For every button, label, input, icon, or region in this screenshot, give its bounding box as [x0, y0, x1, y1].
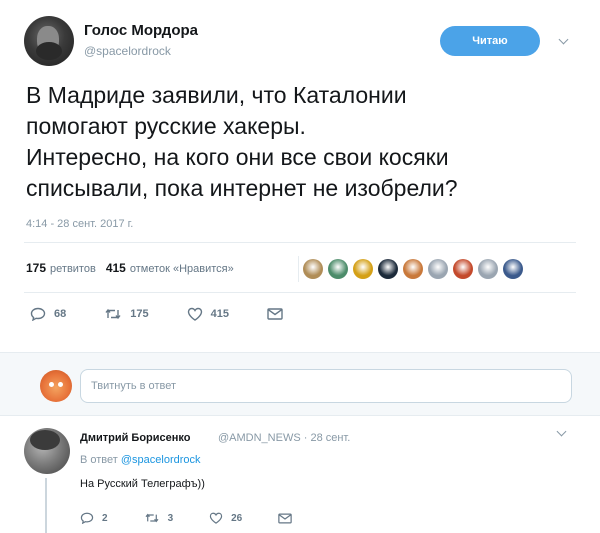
liker-avatar[interactable] — [503, 259, 523, 279]
author-avatar[interactable] — [24, 16, 74, 66]
likers-avatars — [298, 256, 528, 282]
direct-message-button[interactable] — [278, 513, 300, 524]
liker-avatar[interactable] — [378, 259, 398, 279]
heart-icon — [187, 307, 202, 321]
reply-text: На Русский Телеграфъ)) — [80, 478, 205, 490]
liker-avatar[interactable] — [303, 259, 323, 279]
reply-composer: Твитнуть в ответ — [0, 352, 600, 416]
retweets-stat[interactable]: 175 ретвитов — [26, 261, 96, 275]
reply-icon — [30, 307, 46, 321]
liker-avatar[interactable] — [328, 259, 348, 279]
retweet-icon — [145, 513, 159, 523]
in-reply-to: В ответ @spacelordrock — [80, 454, 201, 466]
author-name[interactable]: Голос Мордора — [84, 22, 198, 39]
envelope-icon — [267, 308, 283, 320]
reply-icon — [80, 512, 94, 524]
divider — [24, 242, 576, 243]
retweet-button[interactable]: 175 — [104, 307, 149, 321]
thread-line — [45, 478, 47, 533]
tweet-actions: 68 175 415 — [30, 304, 329, 324]
tweet-stats: 175 ретвитов 415 отметок «Нравится» — [26, 261, 234, 275]
reply-tweet[interactable]: Дмитрий Борисенко @AMDN_NEWS · 28 сент. … — [0, 416, 600, 533]
liker-avatar[interactable] — [428, 259, 448, 279]
reply-button[interactable]: 2 — [80, 512, 108, 524]
retweet-icon — [105, 308, 121, 320]
current-user-avatar — [40, 370, 72, 402]
chevron-down-icon[interactable] — [556, 34, 570, 48]
liker-avatar[interactable] — [478, 259, 498, 279]
divider — [24, 292, 576, 293]
reply-button[interactable]: 68 — [30, 307, 66, 321]
liker-avatar[interactable] — [353, 259, 373, 279]
reply-author-avatar[interactable] — [24, 428, 70, 474]
liker-avatar[interactable] — [403, 259, 423, 279]
like-button[interactable]: 26 — [209, 512, 242, 524]
like-button[interactable]: 415 — [187, 307, 229, 321]
tweet-card: Голос Мордора @spacelordrock Читаю В Мад… — [0, 0, 600, 352]
tweet-text: В Мадриде заявили, что Каталонии помогаю… — [26, 82, 458, 201]
reply-author-meta[interactable]: @AMDN_NEWS · 28 сент. — [218, 432, 350, 444]
reply-input[interactable]: Твитнуть в ответ — [80, 369, 572, 403]
reply-actions: 2 3 26 — [80, 510, 336, 526]
following-button[interactable]: Читаю — [440, 26, 540, 56]
envelope-icon — [278, 513, 292, 523]
in-reply-handle-link[interactable]: @spacelordrock — [121, 454, 201, 466]
direct-message-button[interactable] — [267, 308, 291, 320]
chevron-down-icon[interactable] — [556, 426, 567, 437]
reply-author-name[interactable]: Дмитрий Борисенко — [80, 432, 191, 444]
author-handle[interactable]: @spacelordrock — [84, 44, 171, 58]
retweet-button[interactable]: 3 — [144, 512, 173, 524]
heart-icon — [209, 512, 223, 524]
liker-avatar[interactable] — [453, 259, 473, 279]
likes-stat[interactable]: 415 отметок «Нравится» — [106, 261, 234, 275]
tweet-timestamp[interactable]: 4:14 - 28 сент. 2017 г. — [26, 218, 133, 230]
